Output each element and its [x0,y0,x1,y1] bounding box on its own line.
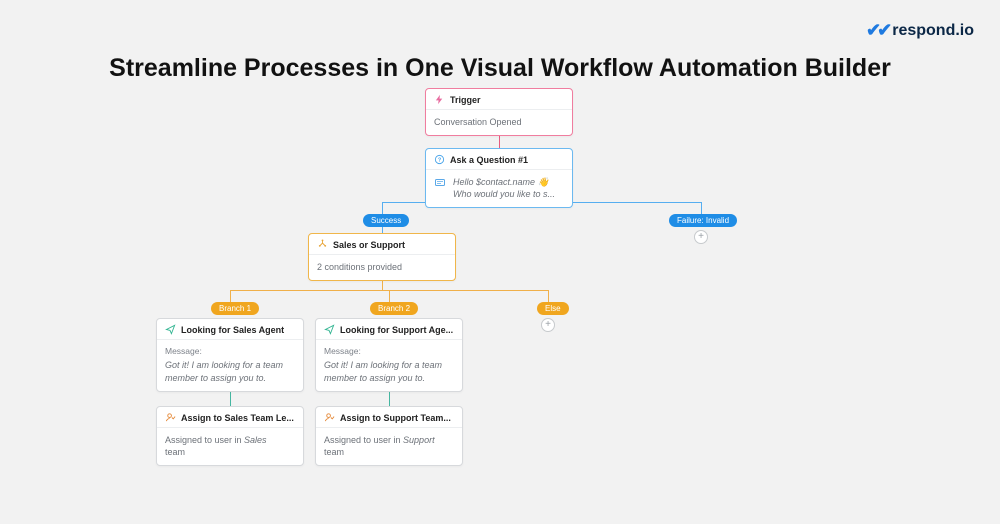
node-body: Message: Got it! I am looking for a team… [316,340,462,391]
pill-success: Success [363,214,409,227]
node-ask-question[interactable]: ? Ask a Question #1 Hello $contact.name … [425,148,573,208]
pill-failure: Failure: Invalid [669,214,737,227]
pill-branch1: Branch 1 [211,302,259,315]
node-body: Hello $contact.name 👋 Who would you like… [453,176,555,200]
node-title: Assign to Sales Team Le... [181,413,294,423]
user-assign-icon [324,412,335,423]
node-subtitle: 2 conditions provided [309,255,455,280]
svg-text:?: ? [438,157,442,163]
branch-icon [317,239,328,250]
node-support-agent[interactable]: Looking for Support Age... Message: Got … [315,318,463,392]
node-subtitle: Conversation Opened [426,110,572,135]
node-body: Assigned to user in Salesteam [157,428,303,465]
send-icon [324,324,335,335]
node-trigger[interactable]: Trigger Conversation Opened [425,88,573,136]
node-body: Assigned to user in Supportteam [316,428,462,465]
node-assign-sales[interactable]: Assign to Sales Team Le... Assigned to u… [156,406,304,466]
pill-branch2: Branch 2 [370,302,418,315]
node-sales-agent[interactable]: Looking for Sales Agent Message: Got it!… [156,318,304,392]
node-title: Trigger [450,95,481,105]
node-branch[interactable]: Sales or Support 2 conditions provided [308,233,456,281]
page-title: Streamline Processes in One Visual Workf… [0,54,1000,83]
message-icon [434,176,448,200]
node-title: Assign to Support Team... [340,413,451,423]
workflow-canvas: Trigger Conversation Opened ? Ask a Ques… [0,88,1000,524]
node-title: Looking for Sales Agent [181,325,284,335]
user-assign-icon [165,412,176,423]
node-title: Sales or Support [333,240,405,250]
bolt-icon [434,94,445,105]
brand-name: respond.io [892,22,974,40]
node-title: Looking for Support Age... [340,325,453,335]
node-assign-support[interactable]: Assign to Support Team... Assigned to us… [315,406,463,466]
logo-check-icon: ✔✔ [866,20,888,41]
send-icon [165,324,176,335]
node-body: Message: Got it! I am looking for a team… [157,340,303,391]
pill-else: Else [537,302,569,315]
question-icon: ? [434,154,445,165]
brand-logo: ✔✔ respond.io [866,20,974,41]
add-step-button[interactable]: + [694,230,708,244]
add-step-button[interactable]: + [541,318,555,332]
node-title: Ask a Question #1 [450,155,528,165]
